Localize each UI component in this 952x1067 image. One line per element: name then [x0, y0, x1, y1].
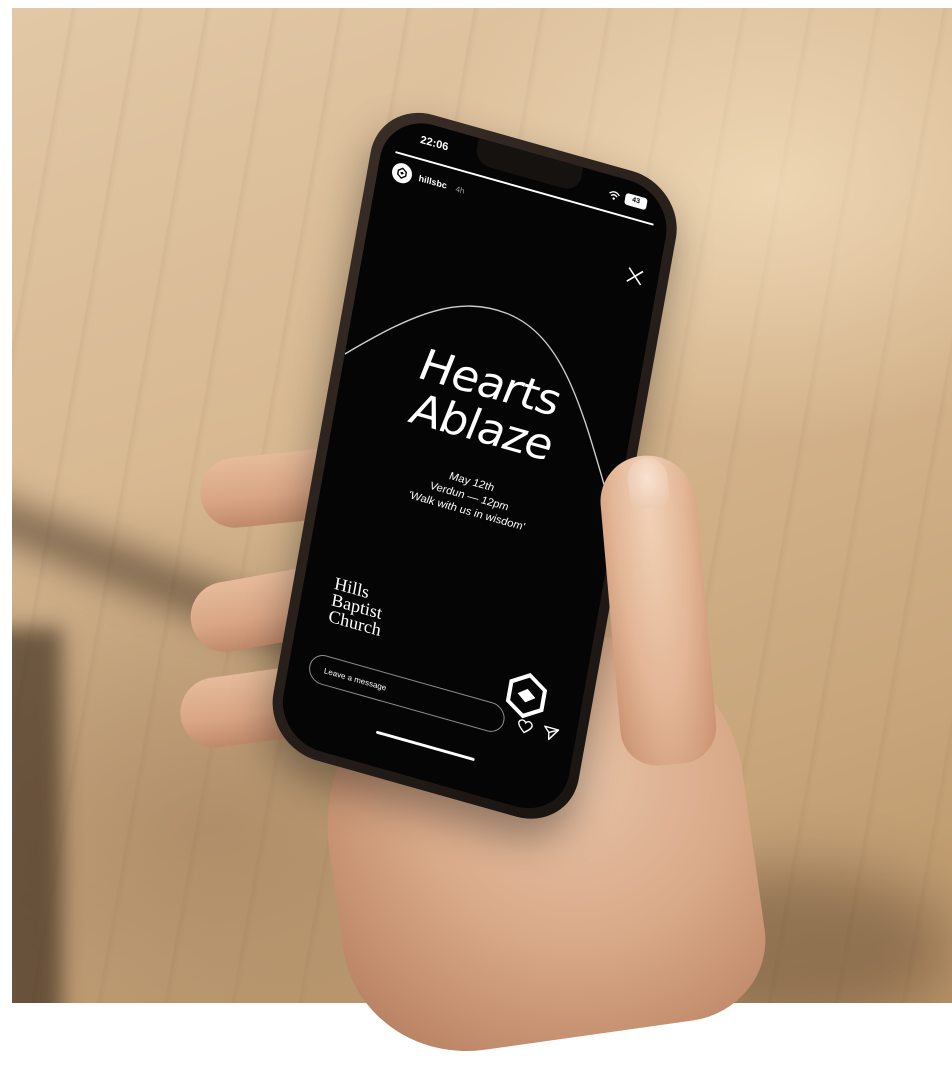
send-icon[interactable]: [540, 723, 561, 745]
story-header[interactable]: hillsbc 4h: [390, 160, 466, 201]
heart-icon[interactable]: [515, 716, 536, 738]
status-icons: 43: [607, 188, 648, 211]
story-username[interactable]: hillsbc: [418, 173, 448, 191]
church-wordmark: Hills Baptist Church: [327, 573, 388, 640]
status-time: 22:06: [419, 134, 450, 154]
battery-icon: 43: [624, 192, 648, 211]
reply-message-input[interactable]: Leave a message: [306, 651, 507, 736]
home-indicator[interactable]: [375, 730, 475, 762]
wifi-icon: [609, 191, 620, 200]
church-logo-icon[interactable]: [390, 160, 414, 186]
story-time-ago: 4h: [454, 183, 466, 196]
close-icon[interactable]: [624, 265, 645, 287]
church-logo-icon: [505, 673, 548, 719]
avatar-logo-glyph: [396, 167, 408, 179]
